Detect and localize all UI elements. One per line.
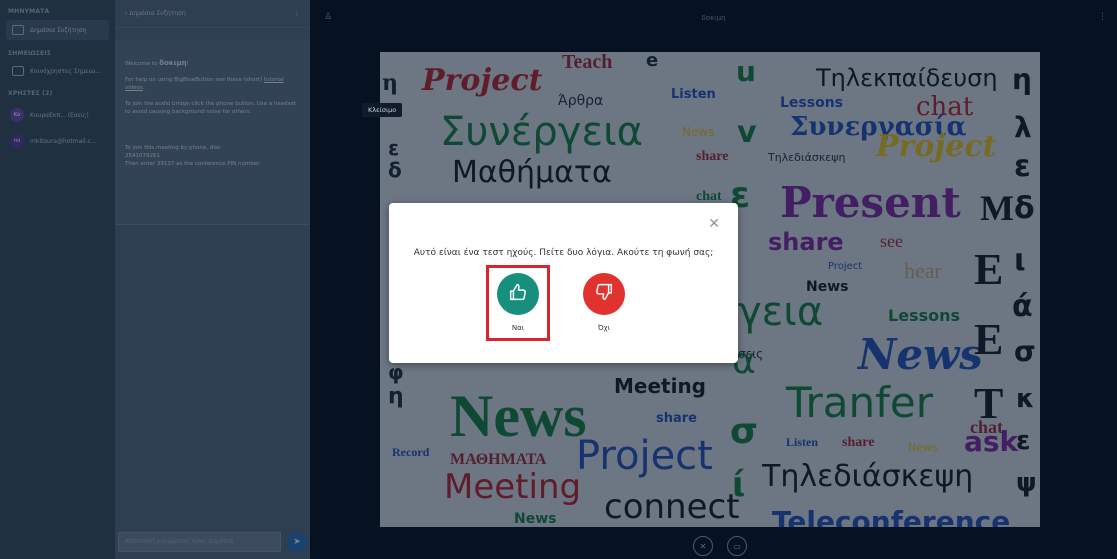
echo-test-prompt: Αυτό είναι ένα τεστ ηχούς. Πείτε δυο λόγ… bbox=[413, 248, 714, 258]
close-tooltip: Κλείσιμο bbox=[362, 103, 403, 117]
thumbs-down-icon bbox=[593, 281, 615, 307]
no-option[interactable]: Όχι bbox=[572, 265, 636, 341]
yes-label: Ναι bbox=[511, 324, 525, 332]
no-label: Όχι bbox=[597, 324, 611, 332]
yes-button[interactable] bbox=[497, 273, 539, 315]
thumbs-up-icon bbox=[507, 281, 529, 307]
close-icon[interactable]: ✕ bbox=[708, 217, 720, 231]
echo-test-modal: ✕ Αυτό είναι ένα τεστ ηχούς. Πείτε δυο λ… bbox=[389, 203, 738, 363]
no-button[interactable] bbox=[583, 273, 625, 315]
yes-option[interactable]: Ναι bbox=[486, 265, 550, 341]
